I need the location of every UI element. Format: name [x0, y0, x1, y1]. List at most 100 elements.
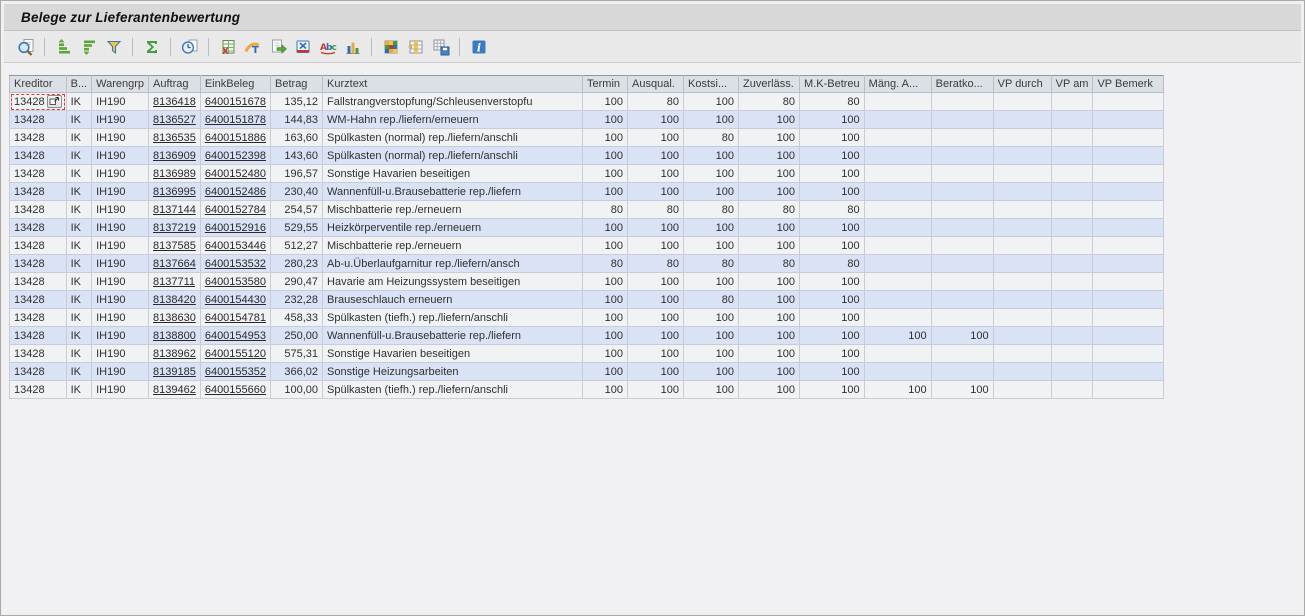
cell-maeng_a[interactable] [864, 273, 931, 291]
cell-mkbetreu[interactable]: 100 [800, 381, 865, 399]
cell-vp_durch[interactable] [993, 255, 1051, 273]
cell-maeng_a[interactable] [864, 129, 931, 147]
cell-vp_bemerk[interactable] [1093, 165, 1164, 183]
cell-vp_am[interactable] [1051, 327, 1093, 345]
cell-termin[interactable]: 100 [583, 129, 628, 147]
auftrag-link[interactable]: 8138962 [153, 348, 196, 360]
cell-warengrp[interactable]: IH190 [92, 309, 149, 327]
column-header-kostsi[interactable]: Kostsi... [684, 76, 739, 93]
cell-ausqual[interactable]: 100 [628, 345, 684, 363]
column-header-vp_durch[interactable]: VP durch [993, 76, 1051, 93]
cell-b[interactable]: IK [66, 129, 92, 147]
cell-kostsi[interactable]: 100 [684, 93, 739, 111]
cell-vp_bemerk[interactable] [1093, 381, 1164, 399]
cell-maeng_a[interactable] [864, 291, 931, 309]
cell-kostsi[interactable]: 100 [684, 183, 739, 201]
cell-ausqual[interactable]: 100 [628, 219, 684, 237]
auftrag-link[interactable]: 8136995 [153, 186, 196, 198]
einkbeleg-link[interactable]: 6400154953 [205, 330, 266, 342]
cell-vp_bemerk[interactable] [1093, 363, 1164, 381]
cell-kostsi[interactable]: 100 [684, 327, 739, 345]
cell-zuverlaess[interactable]: 100 [739, 129, 800, 147]
cell-mkbetreu[interactable]: 100 [800, 165, 865, 183]
cell-kreditor[interactable]: 13428 [10, 93, 67, 111]
cell-vp_durch[interactable] [993, 345, 1051, 363]
cell-kostsi[interactable]: 100 [684, 147, 739, 165]
cell-warengrp[interactable]: IH190 [92, 273, 149, 291]
cell-vp_am[interactable] [1051, 255, 1093, 273]
cell-mkbetreu[interactable]: 100 [800, 345, 865, 363]
cell-kostsi[interactable]: 80 [684, 255, 739, 273]
column-header-kurztext[interactable]: Kurztext [323, 76, 583, 93]
cell-kostsi[interactable]: 100 [684, 237, 739, 255]
cell-detail-icon[interactable] [47, 95, 62, 108]
cell-vp_am[interactable] [1051, 111, 1093, 129]
cell-vp_durch[interactable] [993, 111, 1051, 129]
auftrag-link[interactable]: 8136909 [153, 150, 196, 162]
cell-vp_am[interactable] [1051, 219, 1093, 237]
cell-kreditor[interactable]: 13428 [10, 219, 67, 237]
cell-zuverlaess[interactable]: 100 [739, 309, 800, 327]
cell-betrag[interactable]: 290,47 [271, 273, 323, 291]
auftrag-link[interactable]: 8138800 [153, 330, 196, 342]
cell-betrag[interactable]: 250,00 [271, 327, 323, 345]
cell-vp_durch[interactable] [993, 219, 1051, 237]
cell-kurztext[interactable]: Spülkasten (tiefh.) rep./liefern/anschli [323, 381, 583, 399]
cell-vp_bemerk[interactable] [1093, 219, 1164, 237]
cell-kostsi[interactable]: 100 [684, 363, 739, 381]
cell-vp_am[interactable] [1051, 93, 1093, 111]
cell-kreditor[interactable]: 13428 [10, 165, 67, 183]
cell-kostsi[interactable]: 100 [684, 219, 739, 237]
cell-b[interactable]: IK [66, 309, 92, 327]
cell-termin[interactable]: 100 [583, 309, 628, 327]
cell-kostsi[interactable]: 100 [684, 111, 739, 129]
cell-vp_am[interactable] [1051, 381, 1093, 399]
cell-b[interactable]: IK [66, 165, 92, 183]
einkbeleg-link[interactable]: 6400152398 [205, 150, 266, 162]
cell-vp_bemerk[interactable] [1093, 201, 1164, 219]
cell-kurztext[interactable]: Heizkörperventile rep./erneuern [323, 219, 583, 237]
cell-vp_bemerk[interactable] [1093, 93, 1164, 111]
cell-ausqual[interactable]: 80 [628, 255, 684, 273]
word-processing-icon[interactable]: T [241, 35, 264, 58]
cell-kurztext[interactable]: WM-Hahn rep./liefern/erneuern [323, 111, 583, 129]
cell-vp_am[interactable] [1051, 147, 1093, 165]
filter-icon[interactable] [102, 35, 125, 58]
cell-maeng_a[interactable] [864, 219, 931, 237]
einkbeleg-link[interactable]: 6400155120 [205, 348, 266, 360]
cell-zuverlaess[interactable]: 100 [739, 111, 800, 129]
cell-b[interactable]: IK [66, 201, 92, 219]
cell-beratko[interactable] [931, 255, 993, 273]
cell-warengrp[interactable]: IH190 [92, 129, 149, 147]
cell-zuverlaess[interactable]: 100 [739, 147, 800, 165]
cell-vp_bemerk[interactable] [1093, 327, 1164, 345]
cell-zuverlaess[interactable]: 100 [739, 273, 800, 291]
cell-betrag[interactable]: 100,00 [271, 381, 323, 399]
cell-maeng_a[interactable] [864, 309, 931, 327]
cell-vp_durch[interactable] [993, 237, 1051, 255]
cell-betrag[interactable]: 144,83 [271, 111, 323, 129]
cell-beratko[interactable] [931, 273, 993, 291]
cell-kreditor[interactable]: 13428 [10, 183, 67, 201]
cell-betrag[interactable]: 529,55 [271, 219, 323, 237]
cell-kreditor[interactable]: 13428 [10, 273, 67, 291]
cell-beratko[interactable]: 100 [931, 381, 993, 399]
cell-vp_durch[interactable] [993, 309, 1051, 327]
column-header-betrag[interactable]: Betrag [271, 76, 323, 93]
cell-termin[interactable]: 100 [583, 327, 628, 345]
cell-b[interactable]: IK [66, 219, 92, 237]
cell-kostsi[interactable]: 100 [684, 309, 739, 327]
cell-maeng_a[interactable] [864, 201, 931, 219]
einkbeleg-link[interactable]: 6400154430 [205, 294, 266, 306]
cell-mkbetreu[interactable]: 80 [800, 201, 865, 219]
einkbeleg-link[interactable]: 6400155352 [205, 366, 266, 378]
cell-warengrp[interactable]: IH190 [92, 111, 149, 129]
sum-icon[interactable] [140, 35, 163, 58]
cell-vp_durch[interactable] [993, 327, 1051, 345]
cell-beratko[interactable] [931, 309, 993, 327]
einkbeleg-link[interactable]: 6400152480 [205, 168, 266, 180]
column-header-kreditor[interactable]: Kreditor [10, 76, 67, 93]
cell-maeng_a[interactable] [864, 111, 931, 129]
save-layout-icon[interactable] [429, 35, 452, 58]
cell-zuverlaess[interactable]: 80 [739, 201, 800, 219]
